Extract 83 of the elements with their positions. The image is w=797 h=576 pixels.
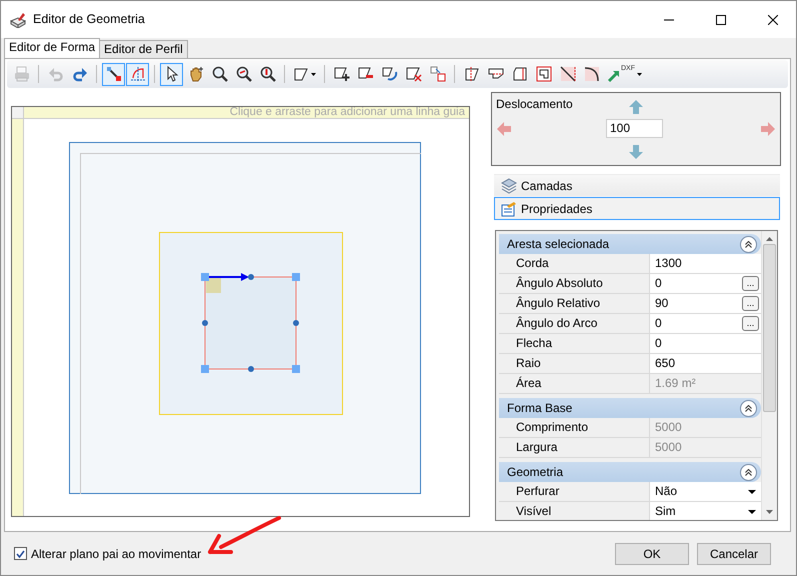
zoom-extents-icon [260, 66, 276, 82]
caret-icon [748, 490, 756, 494]
property-label: Ângulo do Arco [515, 315, 598, 332]
property-label: Corda [515, 255, 550, 272]
ruler-hint: Clique e arraste para adicionar uma linha guia [24, 107, 469, 118]
shape-icon [293, 66, 309, 82]
corner-shape-icon [512, 66, 528, 82]
caret-icon [637, 72, 642, 76]
ruler-corner [12, 107, 24, 118]
properties-icon [501, 200, 517, 216]
fillet-icon [584, 66, 600, 82]
section-title: Geometria [507, 464, 564, 481]
property-label: Raio [515, 355, 542, 372]
offset-shape-icon [536, 66, 552, 82]
check-icon [16, 550, 25, 558]
caret-icon [311, 72, 316, 76]
property-label: Flecha [515, 335, 554, 352]
line-tool-icon [106, 66, 122, 82]
panel-tab[interactable]: Camadas [494, 174, 780, 197]
ellipsis-button[interactable]: ... [742, 296, 759, 311]
scroll-thumb[interactable] [763, 244, 776, 412]
collapse-button[interactable] [740, 400, 757, 416]
window-title: Editor de Geometria [33, 11, 146, 28]
move-left-icon [496, 120, 512, 137]
move-right-icon [760, 120, 776, 137]
rotate-icon [382, 66, 398, 82]
offset-field[interactable]: 100 [606, 118, 663, 138]
property-label: Ângulo Relativo [515, 295, 602, 312]
zoom-icon [212, 66, 228, 82]
close-icon [768, 14, 778, 24]
cancel-button[interactable]: Cancelar [697, 542, 771, 564]
toolbox-icon [9, 12, 27, 28]
add-vertex-icon [334, 66, 350, 82]
ellipsis-button[interactable]: ... [742, 316, 759, 331]
delete-shape-icon [406, 66, 422, 82]
property-label: Comprimento [515, 419, 590, 436]
zoom-window-icon [236, 66, 252, 82]
tab[interactable]: Editor de Forma [4, 38, 100, 58]
move-up-icon [628, 98, 644, 115]
property-label: Largura [515, 439, 558, 456]
property-value[interactable]: 0 [649, 334, 761, 353]
property-label: Ângulo Absoluto [515, 275, 604, 292]
maximize-icon [716, 14, 726, 24]
tab[interactable]: Editor de Perfil [99, 40, 188, 58]
collapse-icon [745, 468, 752, 476]
split-shape-icon [464, 66, 480, 82]
property-value[interactable]: 650 [649, 354, 761, 373]
collapse-icon [745, 240, 752, 248]
layers-icon [501, 178, 517, 194]
arc-tool-icon [130, 66, 146, 82]
hand-icon [188, 66, 204, 82]
move-down-icon [628, 144, 644, 160]
undo-icon [48, 66, 64, 82]
collapse-button[interactable] [740, 236, 757, 252]
property-value[interactable]: 1300 [649, 254, 761, 273]
ok-button[interactable]: OK [615, 542, 689, 564]
scroll-down-icon [766, 510, 773, 514]
property-value[interactable]: 0 ... [649, 314, 761, 333]
checkbox[interactable] [14, 547, 27, 560]
ellipsis-button[interactable]: ... [742, 276, 759, 291]
panel-title: Deslocamento [496, 96, 574, 113]
dropdown-field[interactable]: Não [649, 482, 761, 501]
property-value[interactable]: 0 ... [649, 274, 761, 293]
section-title: Aresta selecionada [507, 236, 610, 253]
scrollbar[interactable] [761, 231, 777, 520]
dropdown-field[interactable]: Sim [649, 502, 761, 520]
property-value[interactable]: 90 ... [649, 294, 761, 313]
property-label: Perfurar [515, 483, 560, 500]
scale-icon [430, 66, 446, 82]
collapse-button[interactable] [740, 464, 757, 480]
property-label: Área [515, 375, 542, 392]
printer-icon [14, 66, 30, 82]
checkbox-label: Alterar plano pai ao movimentar [31, 546, 202, 562]
redo-icon [72, 66, 88, 82]
toolbar-button[interactable] [102, 62, 125, 86]
toolbar-button[interactable] [160, 62, 183, 86]
scroll-up-icon [766, 237, 773, 241]
panel-tab[interactable]: Propriedades [494, 197, 780, 220]
section-title: Forma Base [507, 400, 572, 417]
collapse-icon [745, 404, 752, 412]
chamfer-icon [560, 66, 576, 82]
caret-icon [748, 510, 756, 514]
property-label: Visível [515, 503, 552, 520]
